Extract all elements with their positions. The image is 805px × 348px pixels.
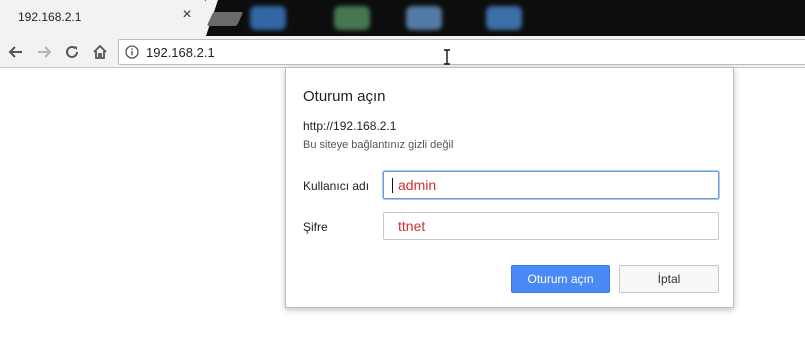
background-tab-icon bbox=[250, 6, 286, 30]
close-icon[interactable]: × bbox=[180, 7, 194, 23]
browser-toolbar: 192.168.2.1 bbox=[0, 36, 805, 68]
sign-in-dialog: Oturum açın http://192.168.2.1 Bu siteye… bbox=[285, 67, 734, 308]
dialog-url: http://192.168.2.1 bbox=[303, 119, 397, 133]
username-field[interactable]: admin bbox=[383, 171, 719, 199]
arrow-right-icon bbox=[38, 46, 52, 58]
home-button[interactable] bbox=[88, 40, 112, 64]
tab-title: 192.168.2.1 bbox=[18, 10, 82, 24]
background-tab-icon bbox=[334, 6, 370, 30]
text-caret bbox=[392, 178, 393, 193]
username-value: admin bbox=[398, 177, 437, 193]
dialog-title: Oturum açın bbox=[303, 88, 386, 105]
background-tab-icon bbox=[486, 6, 522, 30]
text-cursor-icon bbox=[444, 49, 450, 65]
username-label: Kullanıcı adı bbox=[303, 179, 370, 193]
arrow-left-icon bbox=[8, 46, 22, 58]
password-label: Şifre bbox=[303, 220, 328, 234]
home-icon bbox=[93, 44, 107, 59]
connection-warning: Bu siteye bağlantınız gizli değil bbox=[303, 139, 454, 151]
password-value: ttnet bbox=[398, 218, 426, 234]
sign-in-button[interactable]: Oturum açın bbox=[511, 265, 610, 293]
address-bar[interactable]: 192.168.2.1 bbox=[118, 39, 805, 65]
password-field[interactable]: ttnet bbox=[383, 212, 719, 240]
cancel-button[interactable]: İptal bbox=[619, 265, 719, 293]
address-bar-url: 192.168.2.1 bbox=[146, 45, 215, 60]
back-button[interactable] bbox=[4, 40, 28, 64]
background-tab-icon bbox=[406, 6, 442, 30]
forward-button[interactable] bbox=[32, 40, 56, 64]
info-icon[interactable] bbox=[125, 45, 139, 59]
reload-button[interactable] bbox=[60, 40, 84, 64]
new-tab-button[interactable] bbox=[206, 12, 244, 26]
tab-active[interactable]: 192.168.2.1 × bbox=[0, 0, 218, 36]
tab-strip: 192.168.2.1 × bbox=[0, 0, 805, 36]
reload-icon bbox=[66, 45, 78, 58]
